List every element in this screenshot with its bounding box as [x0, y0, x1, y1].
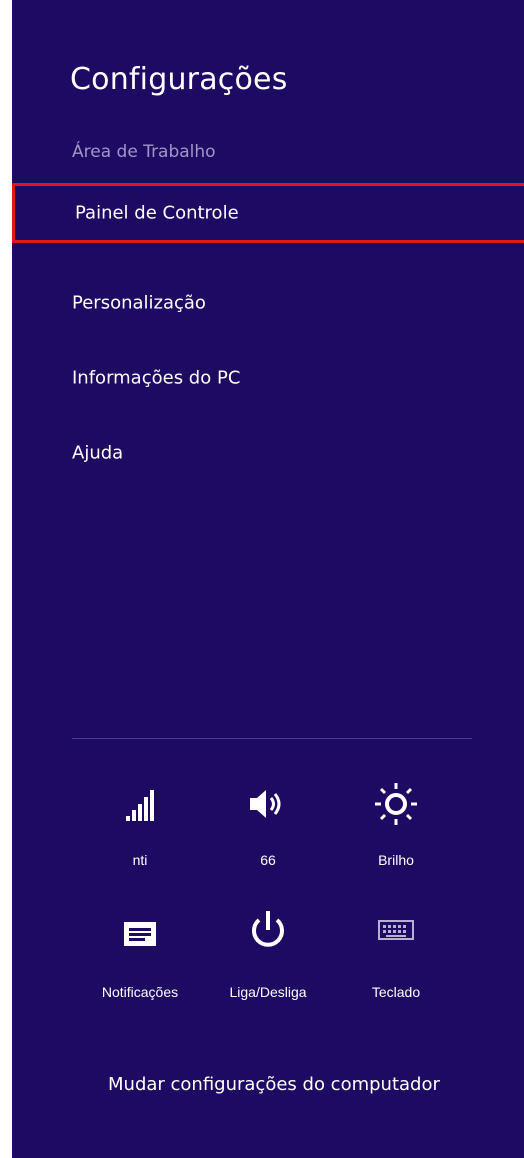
menu-item-label: Painel de Controle: [75, 202, 239, 224]
context-label: Área de Trabalho: [72, 142, 216, 162]
notifications-icon: [80, 918, 200, 968]
power-icon: [208, 908, 328, 958]
volume-label: 66: [260, 852, 276, 868]
menu-item-control-panel[interactable]: Painel de Controle: [12, 183, 524, 243]
menu-item-label: Informações do PC: [72, 367, 241, 389]
volume-icon: [208, 786, 328, 836]
menu-item-label: Ajuda: [72, 442, 124, 464]
keyboard-icon: [336, 918, 456, 968]
page-title: Configurações: [70, 62, 288, 97]
brightness-icon: [336, 780, 456, 830]
menu-item-help[interactable]: Ajuda: [12, 423, 524, 483]
menu-item-label: Personalização: [72, 292, 206, 314]
network-tile[interactable]: nti: [80, 786, 200, 876]
notifications-tile[interactable]: Notificações: [80, 918, 200, 1008]
network-label: nti: [132, 852, 148, 868]
keyboard-tile[interactable]: Teclado: [336, 918, 456, 1008]
brightness-tile[interactable]: Brilho: [336, 780, 456, 870]
menu-item-pc-info[interactable]: Informações do PC: [12, 348, 524, 408]
notifications-label: Notificações: [101, 984, 179, 1000]
settings-charm-panel: Configurações Área de Trabalho Painel de…: [12, 0, 524, 1158]
brightness-label: Brilho: [378, 852, 414, 868]
network-signal-icon: [80, 786, 200, 836]
change-pc-settings-link[interactable]: Mudar configurações do computador: [108, 1074, 440, 1095]
power-label: Liga/Desliga: [229, 984, 307, 1000]
menu-item-personalization[interactable]: Personalização: [12, 273, 524, 333]
divider: [72, 738, 472, 739]
keyboard-label: Teclado: [371, 984, 421, 1000]
volume-tile[interactable]: 66: [208, 786, 328, 876]
power-tile[interactable]: Liga/Desliga: [208, 908, 328, 1000]
